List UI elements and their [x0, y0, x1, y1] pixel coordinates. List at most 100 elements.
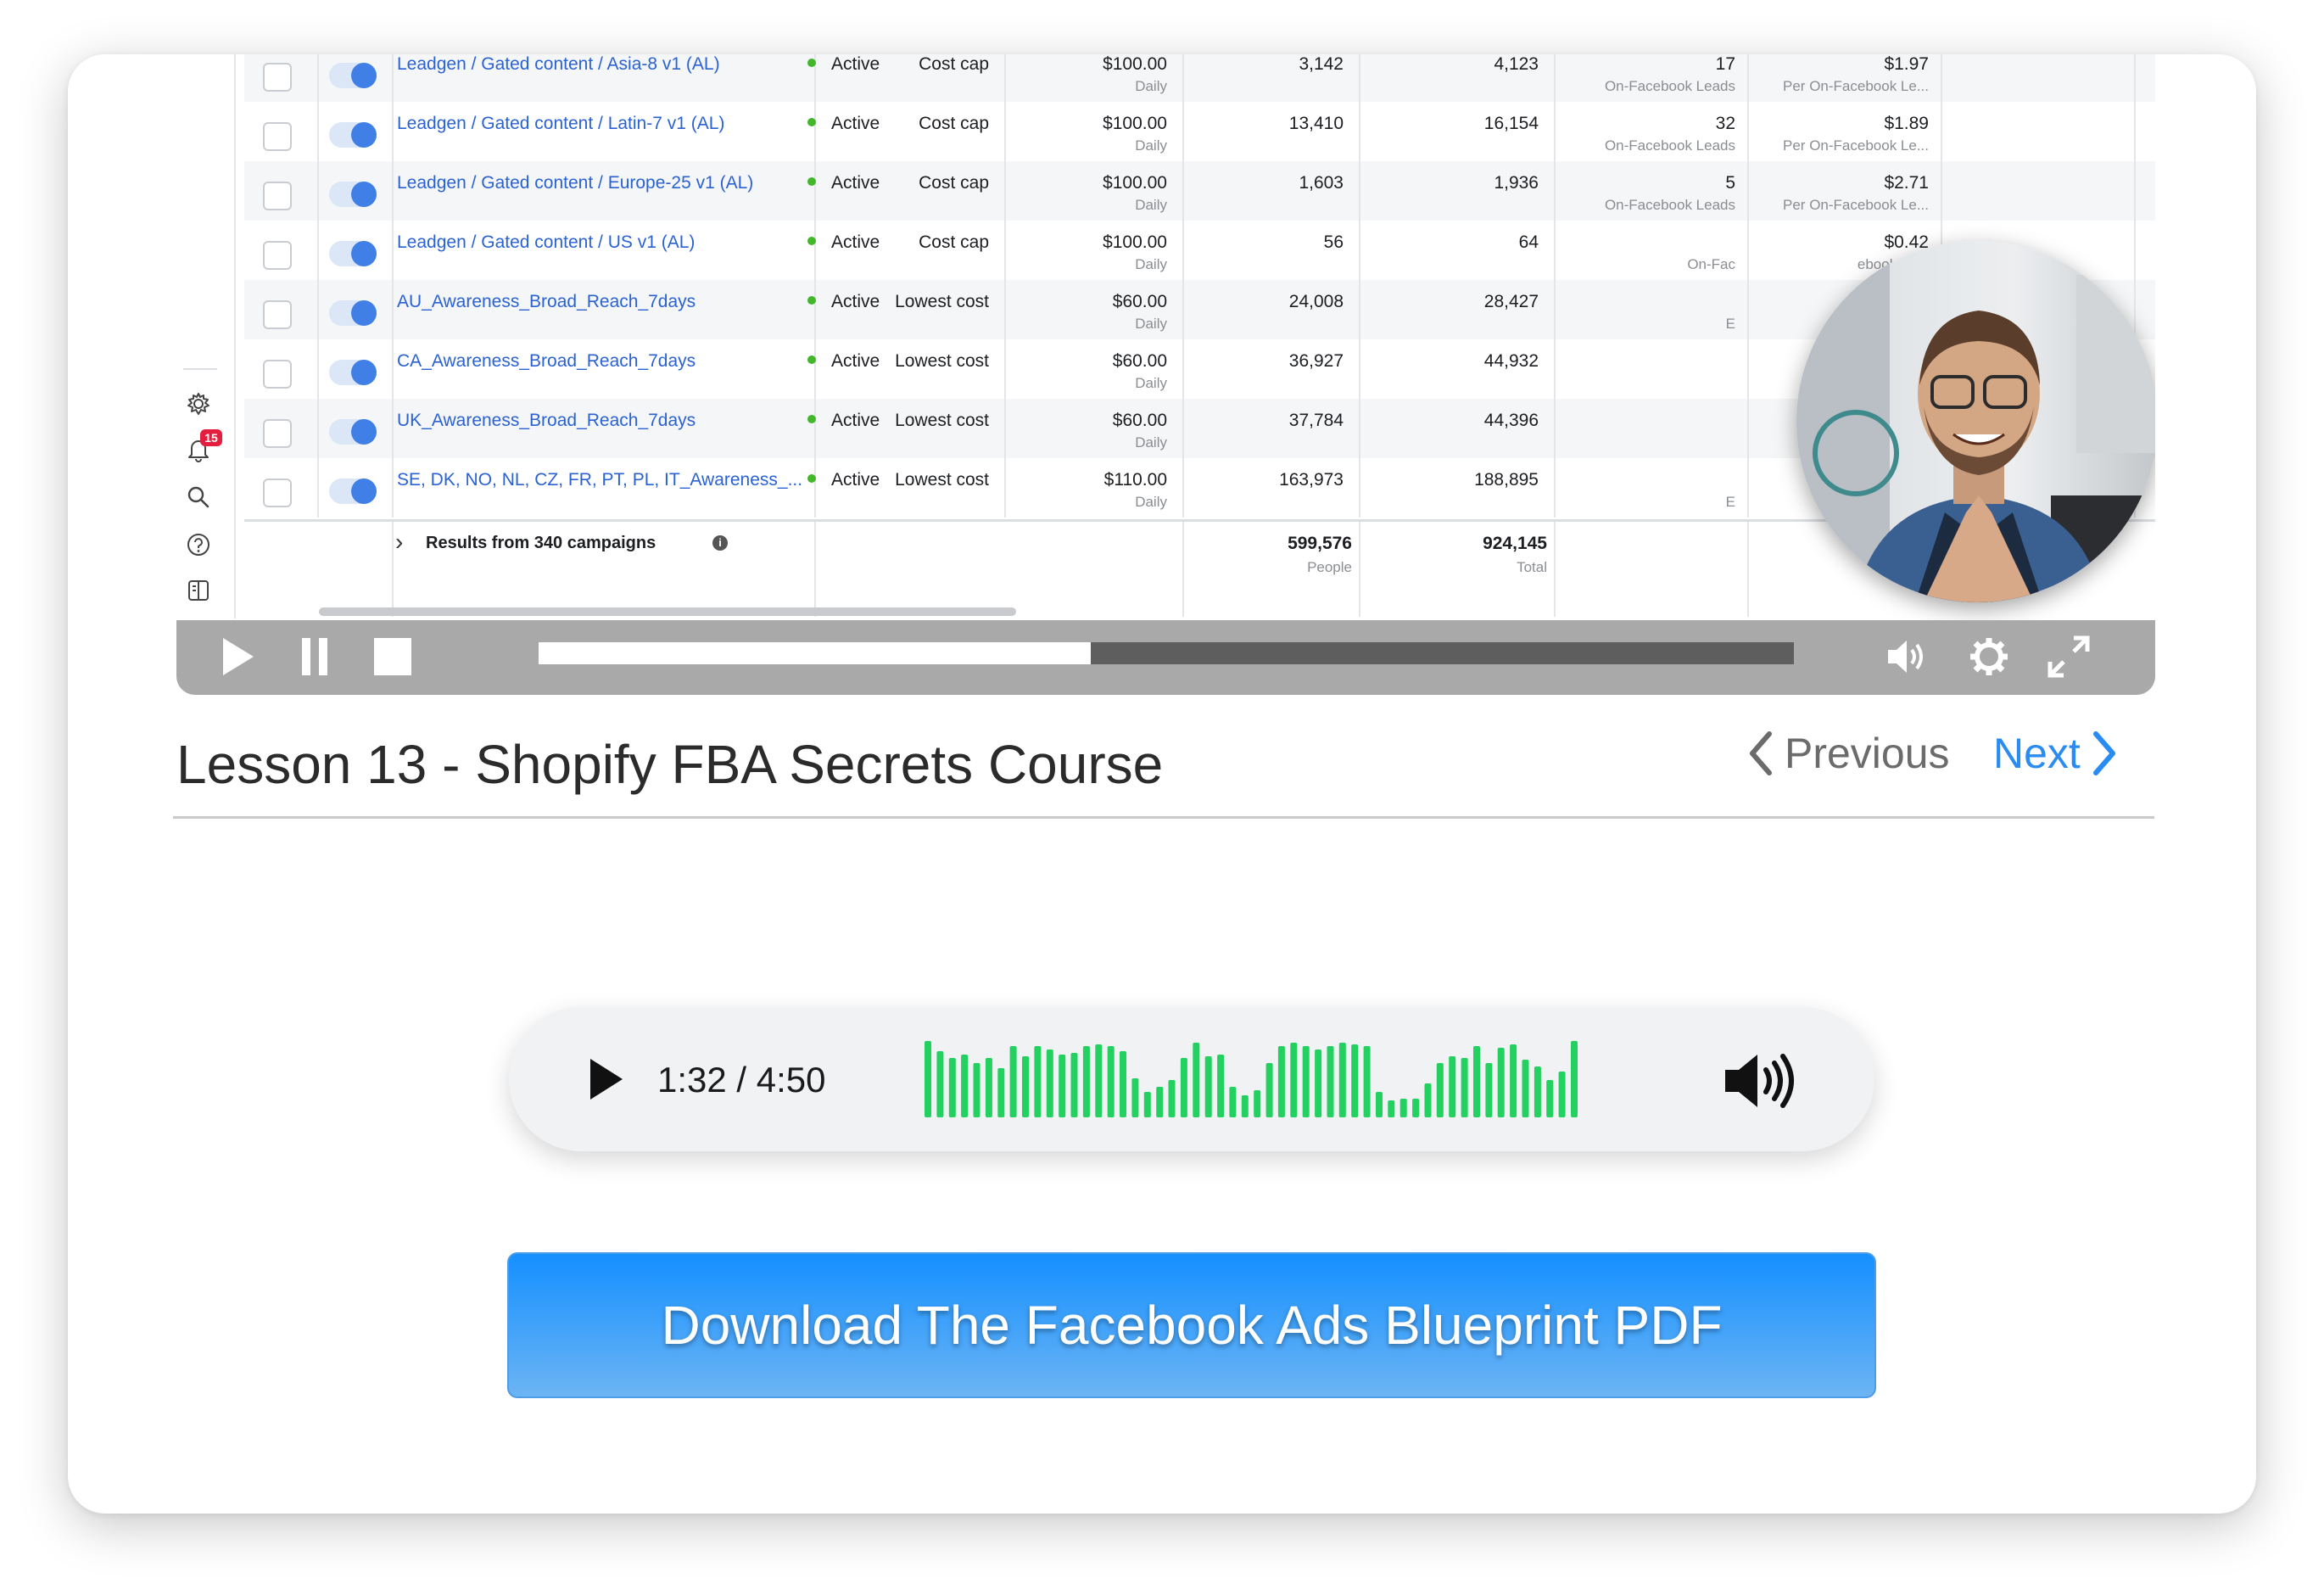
waveform-bar	[1082, 1046, 1090, 1117]
reach-value: 163,973	[1279, 470, 1344, 490]
waveform-bar	[1059, 1055, 1066, 1117]
campaign-toggle[interactable]	[329, 241, 377, 266]
budget-value: $60.00	[1112, 292, 1167, 311]
budget-period: Daily	[1135, 197, 1167, 213]
campaign-toggle[interactable]	[329, 122, 377, 148]
campaign-toggle[interactable]	[329, 419, 377, 445]
summary-label: Results from 340 campaigns	[426, 534, 656, 552]
download-button-label: Download The Facebook Ads Blueprint PDF	[661, 1295, 1723, 1356]
row-checkbox[interactable]	[263, 300, 292, 329]
audio-volume-icon[interactable]	[1722, 1051, 1807, 1111]
campaign-status: Active	[807, 114, 880, 134]
summary-reach-label: People	[1307, 559, 1352, 575]
campaign-status: Active	[807, 292, 880, 312]
campaign-status: Active	[807, 232, 880, 253]
waveform-bar	[1265, 1063, 1273, 1117]
waveform-bar	[1156, 1087, 1164, 1117]
table-cell	[1942, 102, 2136, 161]
bid-strategy: Cost cap	[919, 114, 989, 133]
row-checkbox[interactable]	[263, 360, 292, 389]
row-checkbox[interactable]	[263, 63, 292, 92]
row-checkbox[interactable]	[263, 419, 292, 448]
budget-value: $110.00	[1103, 470, 1167, 490]
waveform-bar	[1095, 1044, 1103, 1117]
waveform-bar	[1168, 1080, 1176, 1117]
row-checkbox[interactable]	[263, 241, 292, 270]
waveform-bar	[1473, 1046, 1480, 1117]
campaign-toggle[interactable]	[329, 478, 377, 504]
waveform-bar	[1009, 1046, 1017, 1117]
video-progress-bar[interactable]	[539, 642, 1794, 664]
audio-play-button[interactable]	[585, 1056, 628, 1102]
waveform-bar	[1376, 1092, 1383, 1117]
results-type: E	[1725, 316, 1735, 332]
results-type: On-Fac	[1687, 256, 1735, 272]
table-cell	[1556, 280, 1749, 339]
results-type: On-Facebook Leads	[1604, 78, 1735, 94]
summary-impressions-label: Total	[1517, 559, 1547, 575]
row-checkbox[interactable]	[263, 182, 292, 210]
cost-per-result-label: Per On-Facebook Le...	[1783, 197, 1929, 213]
waveform-bar	[1510, 1044, 1517, 1117]
volume-icon[interactable]	[1881, 630, 1934, 683]
campaign-row[interactable]: Leadgen / Gated content / Europe-25 v1 (…	[244, 161, 2155, 221]
waveform-bar	[1302, 1046, 1310, 1117]
waveform-bar	[1131, 1078, 1139, 1117]
status-dot-icon	[807, 355, 816, 365]
campaign-name-link[interactable]: Leadgen / Gated content / Latin-7 v1 (AL…	[397, 114, 724, 134]
row-checkbox[interactable]	[263, 122, 292, 151]
video-progress-fill	[539, 642, 1092, 664]
impressions-value: 28,427	[1483, 292, 1539, 311]
table-horizontal-scrollbar[interactable]	[319, 607, 1016, 616]
campaign-name-link[interactable]: Leadgen / Gated content / Asia-8 v1 (AL)	[397, 54, 720, 75]
video-stop-button[interactable]	[366, 630, 419, 683]
cost-per-result: $1.89	[1884, 114, 1929, 133]
video-player[interactable]: 15 Leadgen / Gated content / Asia-8 v1 (…	[176, 54, 2155, 695]
campaign-name-link[interactable]: Leadgen / Gated content / Europe-25 v1 (…	[397, 173, 753, 193]
table-cell	[2136, 102, 2155, 161]
campaign-row[interactable]: Leadgen / Gated content / US v1 (AL) Acti…	[244, 221, 2155, 280]
campaign-row[interactable]: Leadgen / Gated content / Latin-7 v1 (AL…	[244, 102, 2155, 161]
budget-value: $100.00	[1103, 232, 1167, 252]
campaign-toggle[interactable]	[329, 300, 377, 326]
ads-manager-sidebar: 15	[176, 54, 236, 618]
campaign-toggle[interactable]	[329, 360, 377, 385]
waveform-bar	[1497, 1048, 1505, 1117]
chevron-right-icon	[2092, 731, 2115, 775]
impressions-value: 16,154	[1483, 114, 1539, 133]
results-type: E	[1725, 494, 1735, 510]
expand-chevron-icon[interactable]: ›	[395, 529, 403, 556]
campaign-name-link[interactable]: SE, DK, NO, NL, CZ, FR, PT, PL, IT_Aware…	[397, 470, 802, 490]
settings-icon	[182, 387, 215, 421]
waveform-bar	[1070, 1053, 1078, 1117]
lesson-card: 15 Leadgen / Gated content / Asia-8 v1 (…	[68, 54, 2256, 1514]
results-type: On-Facebook Leads	[1604, 197, 1735, 213]
campaign-name-link[interactable]: Leadgen / Gated content / US v1 (AL)	[397, 232, 695, 253]
waveform-bar	[1120, 1051, 1126, 1117]
campaign-name-link[interactable]: CA_Awareness_Broad_Reach_7days	[397, 351, 696, 372]
campaign-name-link[interactable]: UK_Awareness_Broad_Reach_7days	[397, 411, 696, 431]
video-pause-button[interactable]	[288, 630, 341, 683]
row-checkbox[interactable]	[263, 478, 292, 507]
fullscreen-icon[interactable]	[2042, 630, 2095, 683]
results-value: 17	[1715, 54, 1735, 74]
waveform-bar	[1180, 1058, 1187, 1117]
waveform-bar	[1461, 1058, 1468, 1117]
reach-value: 24,008	[1288, 292, 1344, 311]
sidebar-divider	[183, 368, 217, 370]
next-lesson-link[interactable]: Next	[1993, 729, 2118, 778]
lesson-title: Lesson 13 - Shopify FBA Secrets Course	[176, 734, 1164, 795]
audio-waveform[interactable]	[925, 1041, 1578, 1117]
download-pdf-button[interactable]: Download The Facebook Ads Blueprint PDF	[507, 1252, 1876, 1398]
campaign-row[interactable]: Leadgen / Gated content / Asia-8 v1 (AL)…	[244, 54, 2155, 102]
previous-lesson-link[interactable]: Previous	[1747, 729, 1950, 778]
video-play-button[interactable]	[212, 630, 265, 683]
waveform-bar	[1290, 1043, 1298, 1117]
campaign-toggle[interactable]	[329, 182, 377, 207]
info-icon[interactable]: i	[712, 535, 728, 551]
settings-gear-icon[interactable]	[1963, 630, 2015, 683]
bid-strategy: Lowest cost	[895, 292, 989, 311]
campaign-toggle[interactable]	[329, 63, 377, 88]
campaign-name-link[interactable]: AU_Awareness_Broad_Reach_7days	[397, 292, 696, 312]
impressions-value: 1,936	[1494, 173, 1539, 193]
